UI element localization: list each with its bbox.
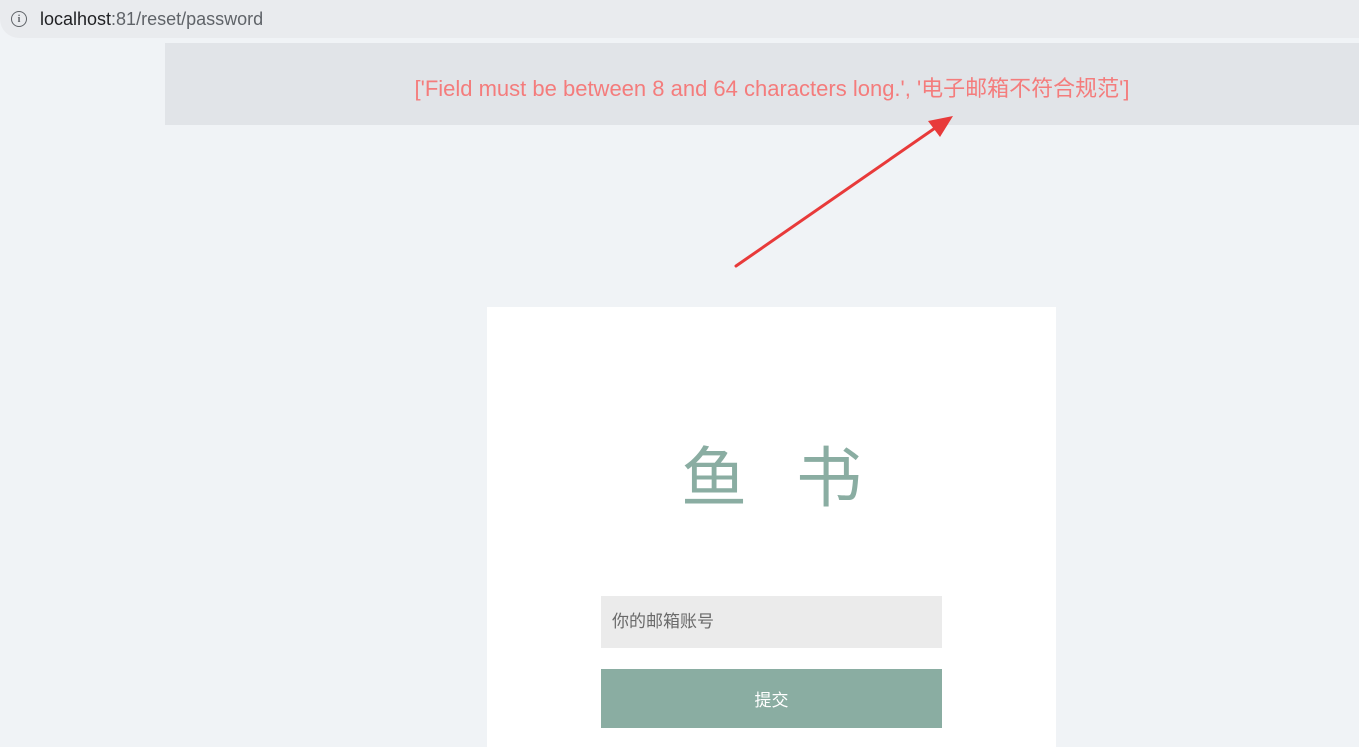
browser-address-bar[interactable]: i localhost:81/reset/password [0, 0, 1359, 38]
flash-message-text: ['Field must be between 8 and 64 charact… [414, 76, 1130, 101]
info-icon[interactable]: i [11, 11, 27, 27]
url-host: localhost [40, 9, 112, 29]
submit-button[interactable]: 提交 [601, 669, 942, 728]
app-logo-title: 鱼 书 [681, 440, 876, 517]
email-input[interactable] [601, 596, 942, 648]
annotation-arrow-shaft [734, 124, 940, 268]
reset-password-card: 鱼 书 提交 [487, 307, 1056, 747]
url-path: :81/reset/password [111, 9, 264, 29]
flash-message-bar: ['Field must be between 8 and 64 charact… [165, 43, 1359, 125]
url-text[interactable]: localhost:81/reset/password [40, 9, 263, 30]
